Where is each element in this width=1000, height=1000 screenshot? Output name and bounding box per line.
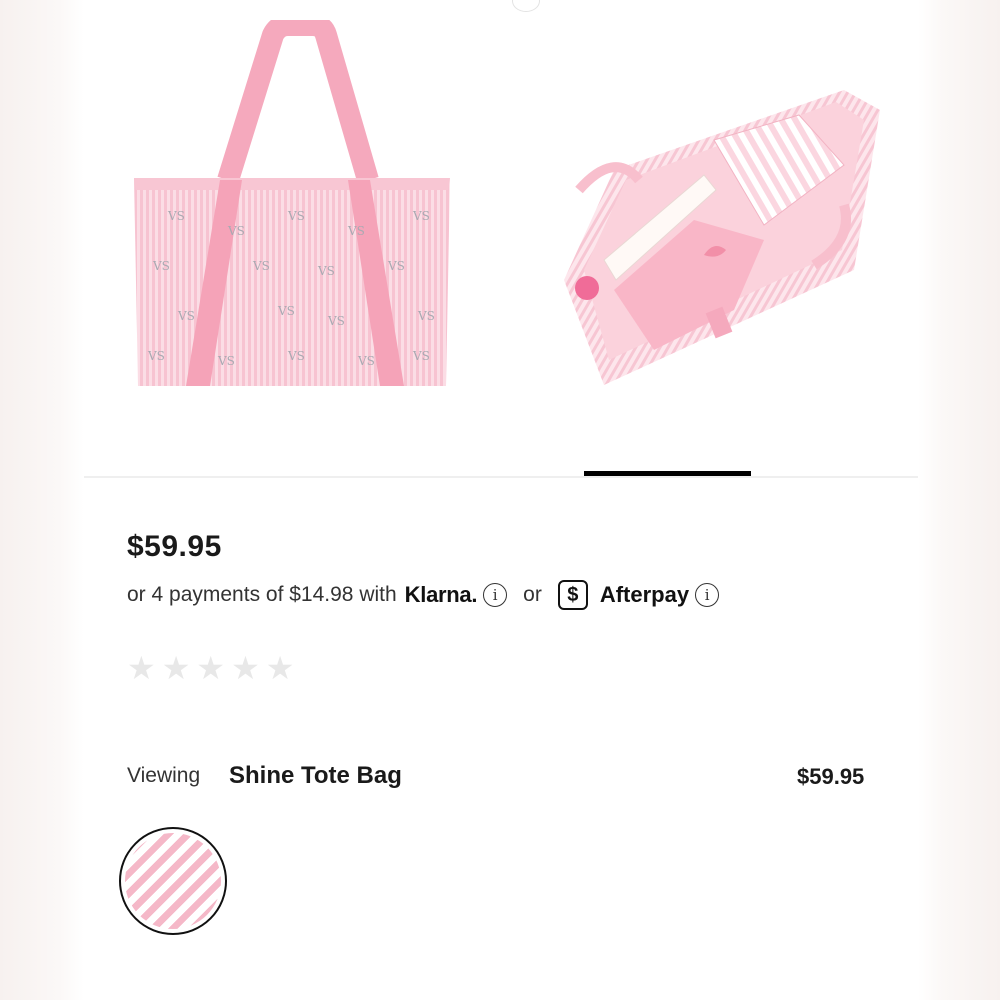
or-text: or [523, 583, 542, 606]
viewing-label: Viewing [127, 764, 201, 787]
svg-text:VS: VS [277, 304, 295, 318]
klarna-info-icon[interactable]: i [483, 583, 508, 607]
image-carousel[interactable]: VS VS VS VS VS VS VS VS VS VS VS VS VS VS VS VS V… [84, 0, 918, 478]
svg-text:VS: VS [167, 209, 185, 223]
svg-text:VS: VS [412, 209, 430, 223]
afterpay-info-icon[interactable]: i [695, 583, 720, 607]
star-icon: ★ [161, 650, 191, 686]
star-icon: ★ [196, 650, 226, 686]
variant-price: $59.95 [797, 764, 865, 789]
product-name: Shine Tote Bag [229, 762, 402, 789]
carousel-position-indicator [584, 471, 751, 476]
svg-text:VS: VS [252, 259, 270, 273]
color-swatch-pink-stripe[interactable] [119, 827, 227, 935]
afterpay-dollar-icon[interactable]: $ [557, 580, 588, 610]
star-icon: ★ [265, 650, 295, 686]
svg-text:VS: VS [147, 349, 165, 363]
klarna-logo[interactable]: Klarna. [405, 582, 478, 608]
product-price: $59.95 [127, 530, 222, 563]
product-image-open[interactable] [554, 80, 884, 400]
svg-text:VS: VS [412, 349, 430, 363]
star-icon: ★ [231, 650, 260, 686]
left-edge-fade [0, 0, 84, 1000]
svg-text:VS: VS [177, 309, 195, 323]
svg-text:VS: VS [227, 224, 245, 238]
star-icon: ★ [127, 650, 156, 686]
svg-text:VS: VS [287, 349, 305, 363]
rating-stars[interactable]: ★ ★ ★ ★ ★ [127, 652, 294, 684]
right-edge-fade [918, 0, 1000, 1000]
installment-text: or 4 payments of $14.98 with [127, 583, 397, 606]
svg-text:VS: VS [357, 354, 375, 368]
svg-text:VS: VS [152, 259, 170, 273]
svg-text:VS: VS [327, 314, 345, 328]
svg-text:VS: VS [217, 354, 235, 368]
afterpay-logo[interactable]: Afterpay [600, 582, 689, 608]
svg-text:VS: VS [347, 224, 365, 238]
swatch-stripe-pattern [125, 833, 221, 929]
svg-text:VS: VS [317, 264, 335, 278]
svg-text:VS: VS [287, 209, 305, 223]
svg-text:VS: VS [387, 259, 405, 273]
top-handle-icon [512, 0, 540, 12]
svg-text:VS: VS [417, 309, 435, 323]
product-image-front[interactable]: VS VS VS VS VS VS VS VS VS VS VS VS VS VS VS VS V… [128, 20, 458, 400]
installment-payments: or 4 payments of $14.98 with Klarna. i o… [127, 578, 720, 612]
